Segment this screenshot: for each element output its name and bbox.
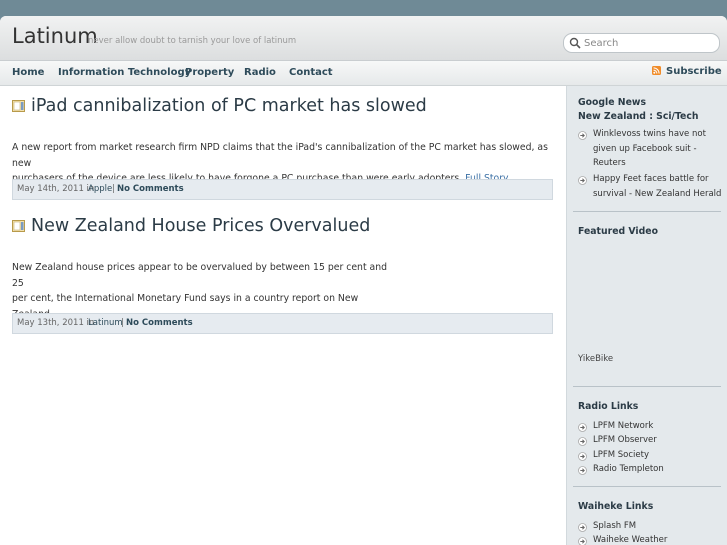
subscribe-link[interactable]: Subscribe	[652, 66, 722, 77]
nav-item-home[interactable]: Home	[12, 67, 44, 78]
google-news-heading: Google News	[578, 97, 646, 108]
nav-item-information-technology[interactable]: Information Technology	[58, 67, 191, 78]
radio-link[interactable]: LPFM Observer	[593, 433, 657, 448]
google-news-subheading[interactable]: New Zealand : Sci/Tech	[578, 111, 699, 122]
post-excerpt-line: New Zealand house prices appear to be ov…	[12, 262, 388, 289]
search-icon	[569, 37, 581, 49]
featured-video-heading: Featured Video	[578, 226, 658, 237]
waiheke-link[interactable]: Waiheke Weather	[593, 533, 667, 545]
arrow-bullet-icon	[578, 176, 587, 185]
post-category-link[interactable]: Latinum	[88, 318, 123, 328]
post-excerpt-line: A new report from market research firm N…	[12, 142, 548, 169]
news-item-line: Reuters	[593, 158, 626, 168]
sidebar-divider	[573, 486, 721, 487]
news-item-line: Winklevoss twins have not	[593, 129, 706, 139]
main-content: iPad cannibalization of PC market has sl…	[0, 86, 566, 545]
post-title-text: iPad cannibalization of PC market has sl…	[31, 96, 427, 116]
radio-link[interactable]: Radio Templeton	[593, 462, 664, 477]
meta-separator: |	[121, 318, 124, 328]
arrow-bullet-icon	[578, 466, 587, 475]
page: Latinum never allow doubt to tarnish you…	[0, 16, 727, 545]
arrow-bullet-icon	[578, 423, 587, 432]
post-comments-link[interactable]: No Comments	[117, 184, 184, 194]
post-date: May 13th, 2011 in	[17, 318, 95, 328]
arrow-bullet-icon	[578, 523, 587, 532]
waiheke-links-heading: Waiheke Links	[578, 501, 654, 512]
rss-icon	[652, 66, 661, 75]
post-title[interactable]: New Zealand House Prices Overvalued	[12, 216, 370, 236]
post-comments-link[interactable]: No Comments	[126, 318, 193, 328]
post-excerpt-line: per cent, the International Monetary Fun…	[12, 293, 359, 304]
arrow-bullet-icon	[578, 131, 587, 140]
nav-item-property[interactable]: Property	[185, 67, 234, 78]
search-input[interactable]	[582, 35, 716, 52]
post-category-link[interactable]: Apple	[88, 184, 112, 194]
post-title[interactable]: iPad cannibalization of PC market has sl…	[12, 96, 427, 116]
featured-video-caption[interactable]: YikeBike	[578, 354, 613, 364]
meta-separator: |	[112, 184, 115, 194]
post-meta: May 14th, 2011 in Apple | No Comments	[12, 179, 553, 200]
news-item[interactable]: Winklevoss twins have not given up Faceb…	[593, 127, 706, 171]
radio-link[interactable]: LPFM Network	[593, 419, 653, 434]
sidebar: Google News New Zealand : Sci/Tech Winkl…	[566, 86, 727, 545]
news-item-line: survival - New Zealand Herald	[593, 188, 722, 199]
waiheke-link[interactable]: Splash FM	[593, 519, 636, 534]
post-icon	[12, 100, 25, 112]
site-header: Latinum never allow doubt to tarnish you…	[0, 16, 727, 61]
nav-item-radio[interactable]: Radio	[244, 67, 276, 78]
post-date: May 14th, 2011 in	[17, 184, 95, 194]
arrow-bullet-icon	[578, 452, 587, 461]
news-item[interactable]: Happy Feet faces battle for survival - N…	[593, 172, 721, 201]
post-icon	[12, 220, 25, 232]
subscribe-label: Subscribe	[666, 66, 722, 77]
news-item-line: Happy Feet faces battle for	[593, 174, 709, 184]
top-band	[0, 0, 727, 16]
site-tagline: never allow doubt to tarnish your love o…	[88, 36, 297, 46]
main-nav: Home Information Technology Property Rad…	[0, 61, 727, 86]
arrow-bullet-icon	[578, 537, 587, 545]
post-title-text: New Zealand House Prices Overvalued	[31, 216, 371, 236]
nav-item-contact[interactable]: Contact	[289, 67, 333, 78]
search-box[interactable]	[563, 33, 720, 53]
radio-link[interactable]: LPFM Society	[593, 448, 649, 463]
news-item-line: given up Facebook suit -	[593, 143, 697, 154]
sidebar-divider	[573, 386, 721, 387]
post-meta: May 13th, 2011 in Latinum | No Comments	[12, 313, 553, 334]
sidebar-divider	[573, 211, 721, 212]
arrow-bullet-icon	[578, 437, 587, 446]
radio-links-heading: Radio Links	[578, 401, 639, 412]
site-title[interactable]: Latinum	[12, 24, 98, 48]
